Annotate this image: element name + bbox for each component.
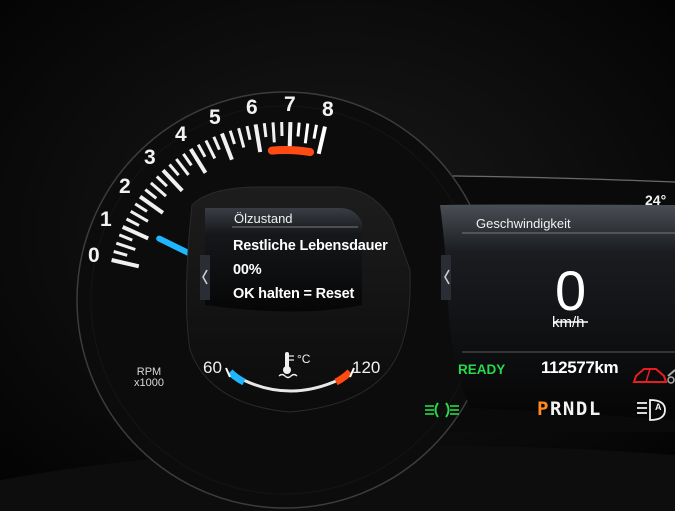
tachometer-label-3: 3 — [144, 146, 156, 169]
odometer: 112577km — [541, 358, 619, 377]
gear-p: P — [537, 398, 550, 420]
gear-r: R — [549, 398, 563, 420]
gear-l: L — [588, 398, 602, 420]
coolant-min-label: 60 — [203, 358, 222, 377]
rpm-unit-label: RPM x1000 — [134, 367, 164, 389]
tachometer-tick — [296, 122, 301, 137]
oil-message-line-3: OK halten = Reset — [233, 286, 355, 302]
gear-d: D — [575, 398, 589, 420]
auto-high-beam-letter: A — [655, 402, 662, 412]
panel-left-tab — [200, 255, 210, 300]
coolant-unit: °C — [297, 352, 311, 366]
speed-unit: km/h — [552, 314, 585, 331]
tachometer-redline — [267, 146, 315, 157]
instrument-cluster-photo: 012345 6 7 8 RPM x1000 Ölzustand Restliche … — [0, 0, 675, 511]
tachometer-label-0: 0 — [88, 244, 100, 267]
oil-message-line-1: Restliche Lebensdauer — [233, 238, 388, 254]
tachometer-label-4: 4 — [175, 123, 187, 146]
cluster-graphics — [0, 0, 675, 511]
rpm-multiplier-label: x1000 — [134, 377, 164, 389]
tachometer-label-1: 1 — [100, 208, 112, 231]
tachometer-label-5: 5 — [209, 106, 221, 129]
oil-message-line-2: 00% — [233, 262, 262, 278]
tachometer-label-8: 8 — [322, 98, 334, 121]
tachometer-label-2: 2 — [119, 175, 131, 198]
speed-panel-title: Geschwindigkeit — [476, 216, 571, 231]
tachometer-label-7: 7 — [284, 93, 296, 116]
gear-selector: PRNDL — [537, 398, 602, 420]
tachometer-tick — [271, 122, 276, 143]
oil-panel-title: Ölzustand — [234, 211, 293, 226]
tachometer-tick — [287, 122, 293, 151]
tachometer-tick — [262, 123, 268, 138]
tachometer-label-6: 6 — [246, 96, 258, 119]
outside-temperature: 24° — [645, 192, 667, 208]
ready-indicator: READY — [458, 362, 506, 377]
gear-n: N — [562, 398, 576, 420]
coolant-max-label: 120 — [352, 358, 381, 377]
